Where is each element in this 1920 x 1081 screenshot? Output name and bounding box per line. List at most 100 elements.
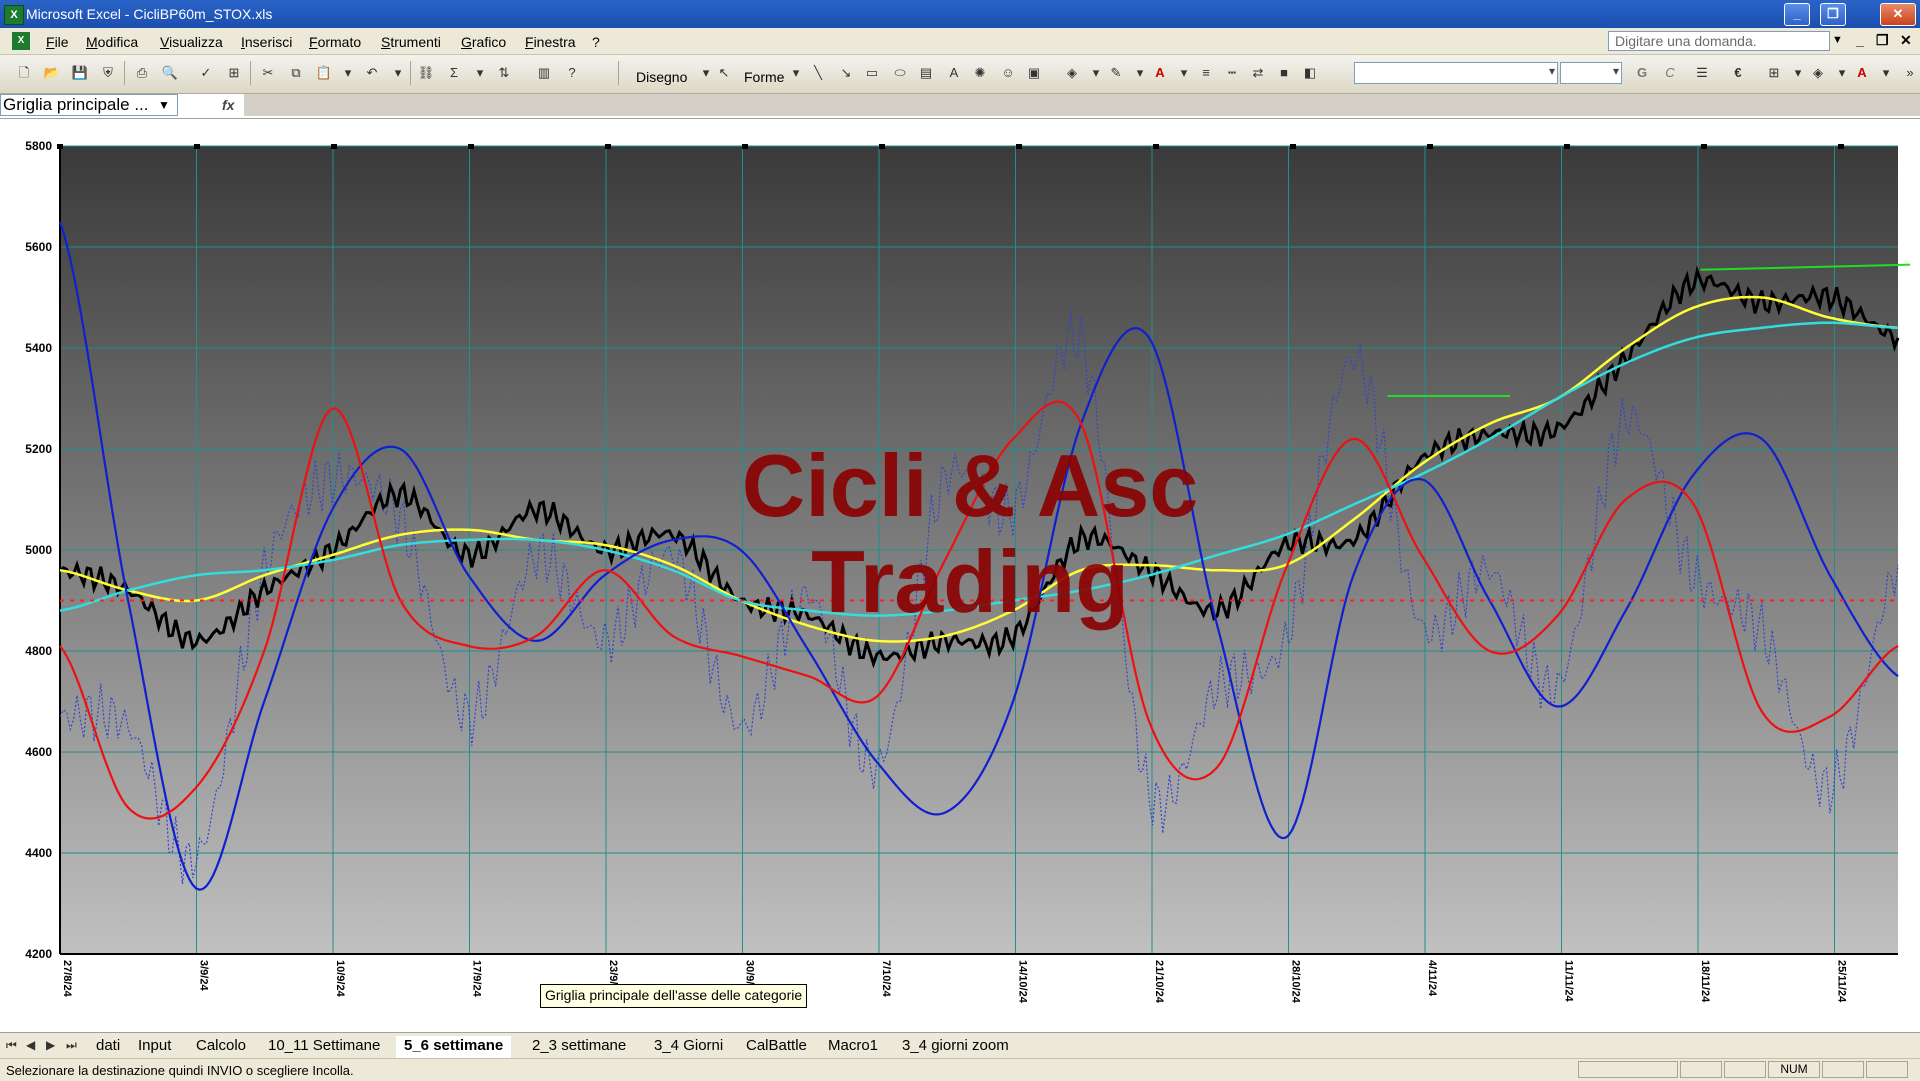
font-size-select[interactable]: [1560, 62, 1622, 84]
menu-visualizza[interactable]: Visualizza: [160, 34, 223, 50]
borders-icon[interactable]: ⊞: [1764, 63, 1784, 83]
font-name-select[interactable]: [1354, 62, 1558, 84]
font-color-dropdown-icon[interactable]: ▾: [1174, 63, 1194, 83]
undo-icon[interactable]: ↶: [362, 63, 382, 83]
first-sheet-icon[interactable]: ⏮: [6, 1038, 17, 1053]
save-icon[interactable]: 💾: [70, 63, 90, 83]
textbox-icon[interactable]: ▤: [916, 63, 936, 83]
ask-dropdown-icon[interactable]: ▼: [1832, 34, 1843, 46]
permission-icon[interactable]: ⛨: [98, 63, 118, 83]
rectangle-icon[interactable]: ▭: [862, 63, 882, 83]
chart-area[interactable]: 5800 5600 5400 5200 5000 4800 4600 4400 4200 27/…: [0, 119, 1920, 1032]
clipart-icon[interactable]: ☺: [998, 63, 1018, 83]
doc-minimize-icon[interactable]: _: [1856, 32, 1864, 48]
line-icon[interactable]: ╲: [808, 63, 828, 83]
line-color-dropdown-icon[interactable]: ▾: [1130, 63, 1150, 83]
tab-3-4-giorni[interactable]: 3_4 Giorni: [646, 1036, 731, 1056]
menu-bar: X File Modifica Visualizza Inserisci For…: [0, 28, 1920, 55]
bold-icon[interactable]: G: [1632, 63, 1652, 83]
help-icon[interactable]: ?: [562, 63, 582, 83]
excel-app-icon[interactable]: X: [4, 5, 24, 25]
spelling-icon[interactable]: ✓: [196, 63, 216, 83]
open-icon[interactable]: 📂: [42, 63, 62, 83]
italic-icon[interactable]: C: [1660, 63, 1680, 83]
doc-close-icon[interactable]: ✕: [1900, 32, 1912, 49]
copy-icon[interactable]: ⧉: [286, 63, 306, 83]
cell-fill-icon[interactable]: ◈: [1808, 63, 1828, 83]
chart-wizard-icon[interactable]: ▥: [534, 63, 554, 83]
tab-calcolo[interactable]: Calcolo: [188, 1036, 254, 1056]
sort-icon[interactable]: ⇅: [494, 63, 514, 83]
close-button[interactable]: ✕: [1880, 3, 1916, 26]
y-tick-label: 4200: [25, 947, 52, 961]
paste-icon[interactable]: 📋: [314, 63, 334, 83]
wordart-icon[interactable]: A: [944, 63, 964, 83]
align-icon[interactable]: ☰: [1692, 63, 1712, 83]
print-preview-icon[interactable]: 🔍: [160, 63, 180, 83]
draw-menu-label[interactable]: Disegno: [636, 69, 687, 85]
menu-inserisci[interactable]: Inserisci: [241, 34, 292, 50]
line-style-icon[interactable]: ≡: [1196, 63, 1216, 83]
menu-help[interactable]: ?: [592, 34, 600, 50]
tab-2-3-settimane[interactable]: 2_3 settimane: [524, 1036, 634, 1056]
shapes-dropdown-icon[interactable]: ▾: [786, 63, 806, 83]
minimize-button[interactable]: _: [1784, 3, 1810, 26]
undo-dropdown-icon[interactable]: ▾: [388, 63, 408, 83]
menu-strumenti[interactable]: Strumenti: [381, 34, 441, 50]
ask-question-input[interactable]: Digitare una domanda.: [1608, 31, 1830, 51]
tab-macro1[interactable]: Macro1: [820, 1036, 886, 1056]
text-color-icon[interactable]: A: [1852, 63, 1872, 83]
fx-icon[interactable]: fx: [222, 97, 234, 113]
shadow-icon[interactable]: ■: [1274, 63, 1294, 83]
fill-color-dropdown-icon[interactable]: ▾: [1086, 63, 1106, 83]
text-color-dropdown-icon[interactable]: ▾: [1876, 63, 1896, 83]
tab-10-11-settimane[interactable]: 10_11 Settimane: [260, 1036, 388, 1056]
tab-input[interactable]: Input: [130, 1036, 179, 1056]
autosum-icon[interactable]: Σ: [444, 63, 464, 83]
select-arrow-icon[interactable]: ↖: [714, 63, 734, 83]
tab-5-6-settimane[interactable]: 5_6 settimane: [396, 1036, 512, 1058]
tab-calbattle[interactable]: CalBattle: [738, 1036, 815, 1056]
next-sheet-icon[interactable]: ▶: [46, 1038, 55, 1052]
workbook-icon[interactable]: X: [12, 32, 30, 50]
cell-fill-dropdown-icon[interactable]: ▾: [1832, 63, 1852, 83]
fill-color-icon[interactable]: ◈: [1062, 63, 1082, 83]
diagram-icon[interactable]: ✺: [970, 63, 990, 83]
doc-restore-icon[interactable]: ❐: [1876, 32, 1889, 49]
line-color-icon[interactable]: ✎: [1106, 63, 1126, 83]
paste-dropdown-icon[interactable]: ▾: [338, 63, 358, 83]
menu-finestra[interactable]: Finestra: [525, 34, 576, 50]
dash-style-icon[interactable]: ┅: [1222, 63, 1242, 83]
currency-icon[interactable]: €: [1728, 63, 1748, 83]
arrow-icon[interactable]: ↘: [836, 63, 856, 83]
arrow-style-icon[interactable]: ⇄: [1248, 63, 1268, 83]
last-sheet-icon[interactable]: ⏭: [66, 1038, 77, 1053]
tab-dati[interactable]: dati: [88, 1036, 128, 1056]
autosum-dropdown-icon[interactable]: ▾: [470, 63, 490, 83]
print-icon[interactable]: ⎙: [132, 63, 152, 83]
shapes-menu-label[interactable]: Forme: [744, 69, 784, 85]
y-tick-label: 5000: [25, 543, 52, 557]
menu-file[interactable]: File: [46, 34, 69, 50]
hyperlink-icon[interactable]: ⛓: [416, 63, 436, 83]
font-color-icon[interactable]: A: [1150, 63, 1170, 83]
new-icon[interactable]: 🗋: [14, 63, 34, 83]
draw-dropdown-icon[interactable]: ▾: [696, 63, 716, 83]
maximize-button[interactable]: ❐: [1820, 3, 1846, 26]
menu-grafico[interactable]: Grafico: [461, 34, 506, 50]
3d-icon[interactable]: ◧: [1300, 63, 1320, 83]
research-icon[interactable]: ⊞: [224, 63, 244, 83]
oval-icon[interactable]: ⬭: [890, 63, 910, 83]
borders-dropdown-icon[interactable]: ▾: [1788, 63, 1808, 83]
name-box-dropdown-icon[interactable]: ▼: [158, 98, 170, 112]
formula-input[interactable]: [244, 94, 1920, 116]
cut-icon[interactable]: ✂: [258, 63, 278, 83]
prev-sheet-icon[interactable]: ◀: [26, 1038, 35, 1052]
picture-icon[interactable]: ▣: [1024, 63, 1044, 83]
name-box[interactable]: Griglia principale ...: [0, 94, 178, 116]
menu-modifica[interactable]: Modifica: [86, 34, 138, 50]
tab-3-4-giorni-zoom[interactable]: 3_4 giorni zoom: [894, 1036, 1017, 1056]
x-tick-label: 3/9/24: [198, 960, 210, 991]
menu-formato[interactable]: Formato: [309, 34, 361, 50]
toolbar-options-icon[interactable]: »: [1900, 63, 1920, 83]
